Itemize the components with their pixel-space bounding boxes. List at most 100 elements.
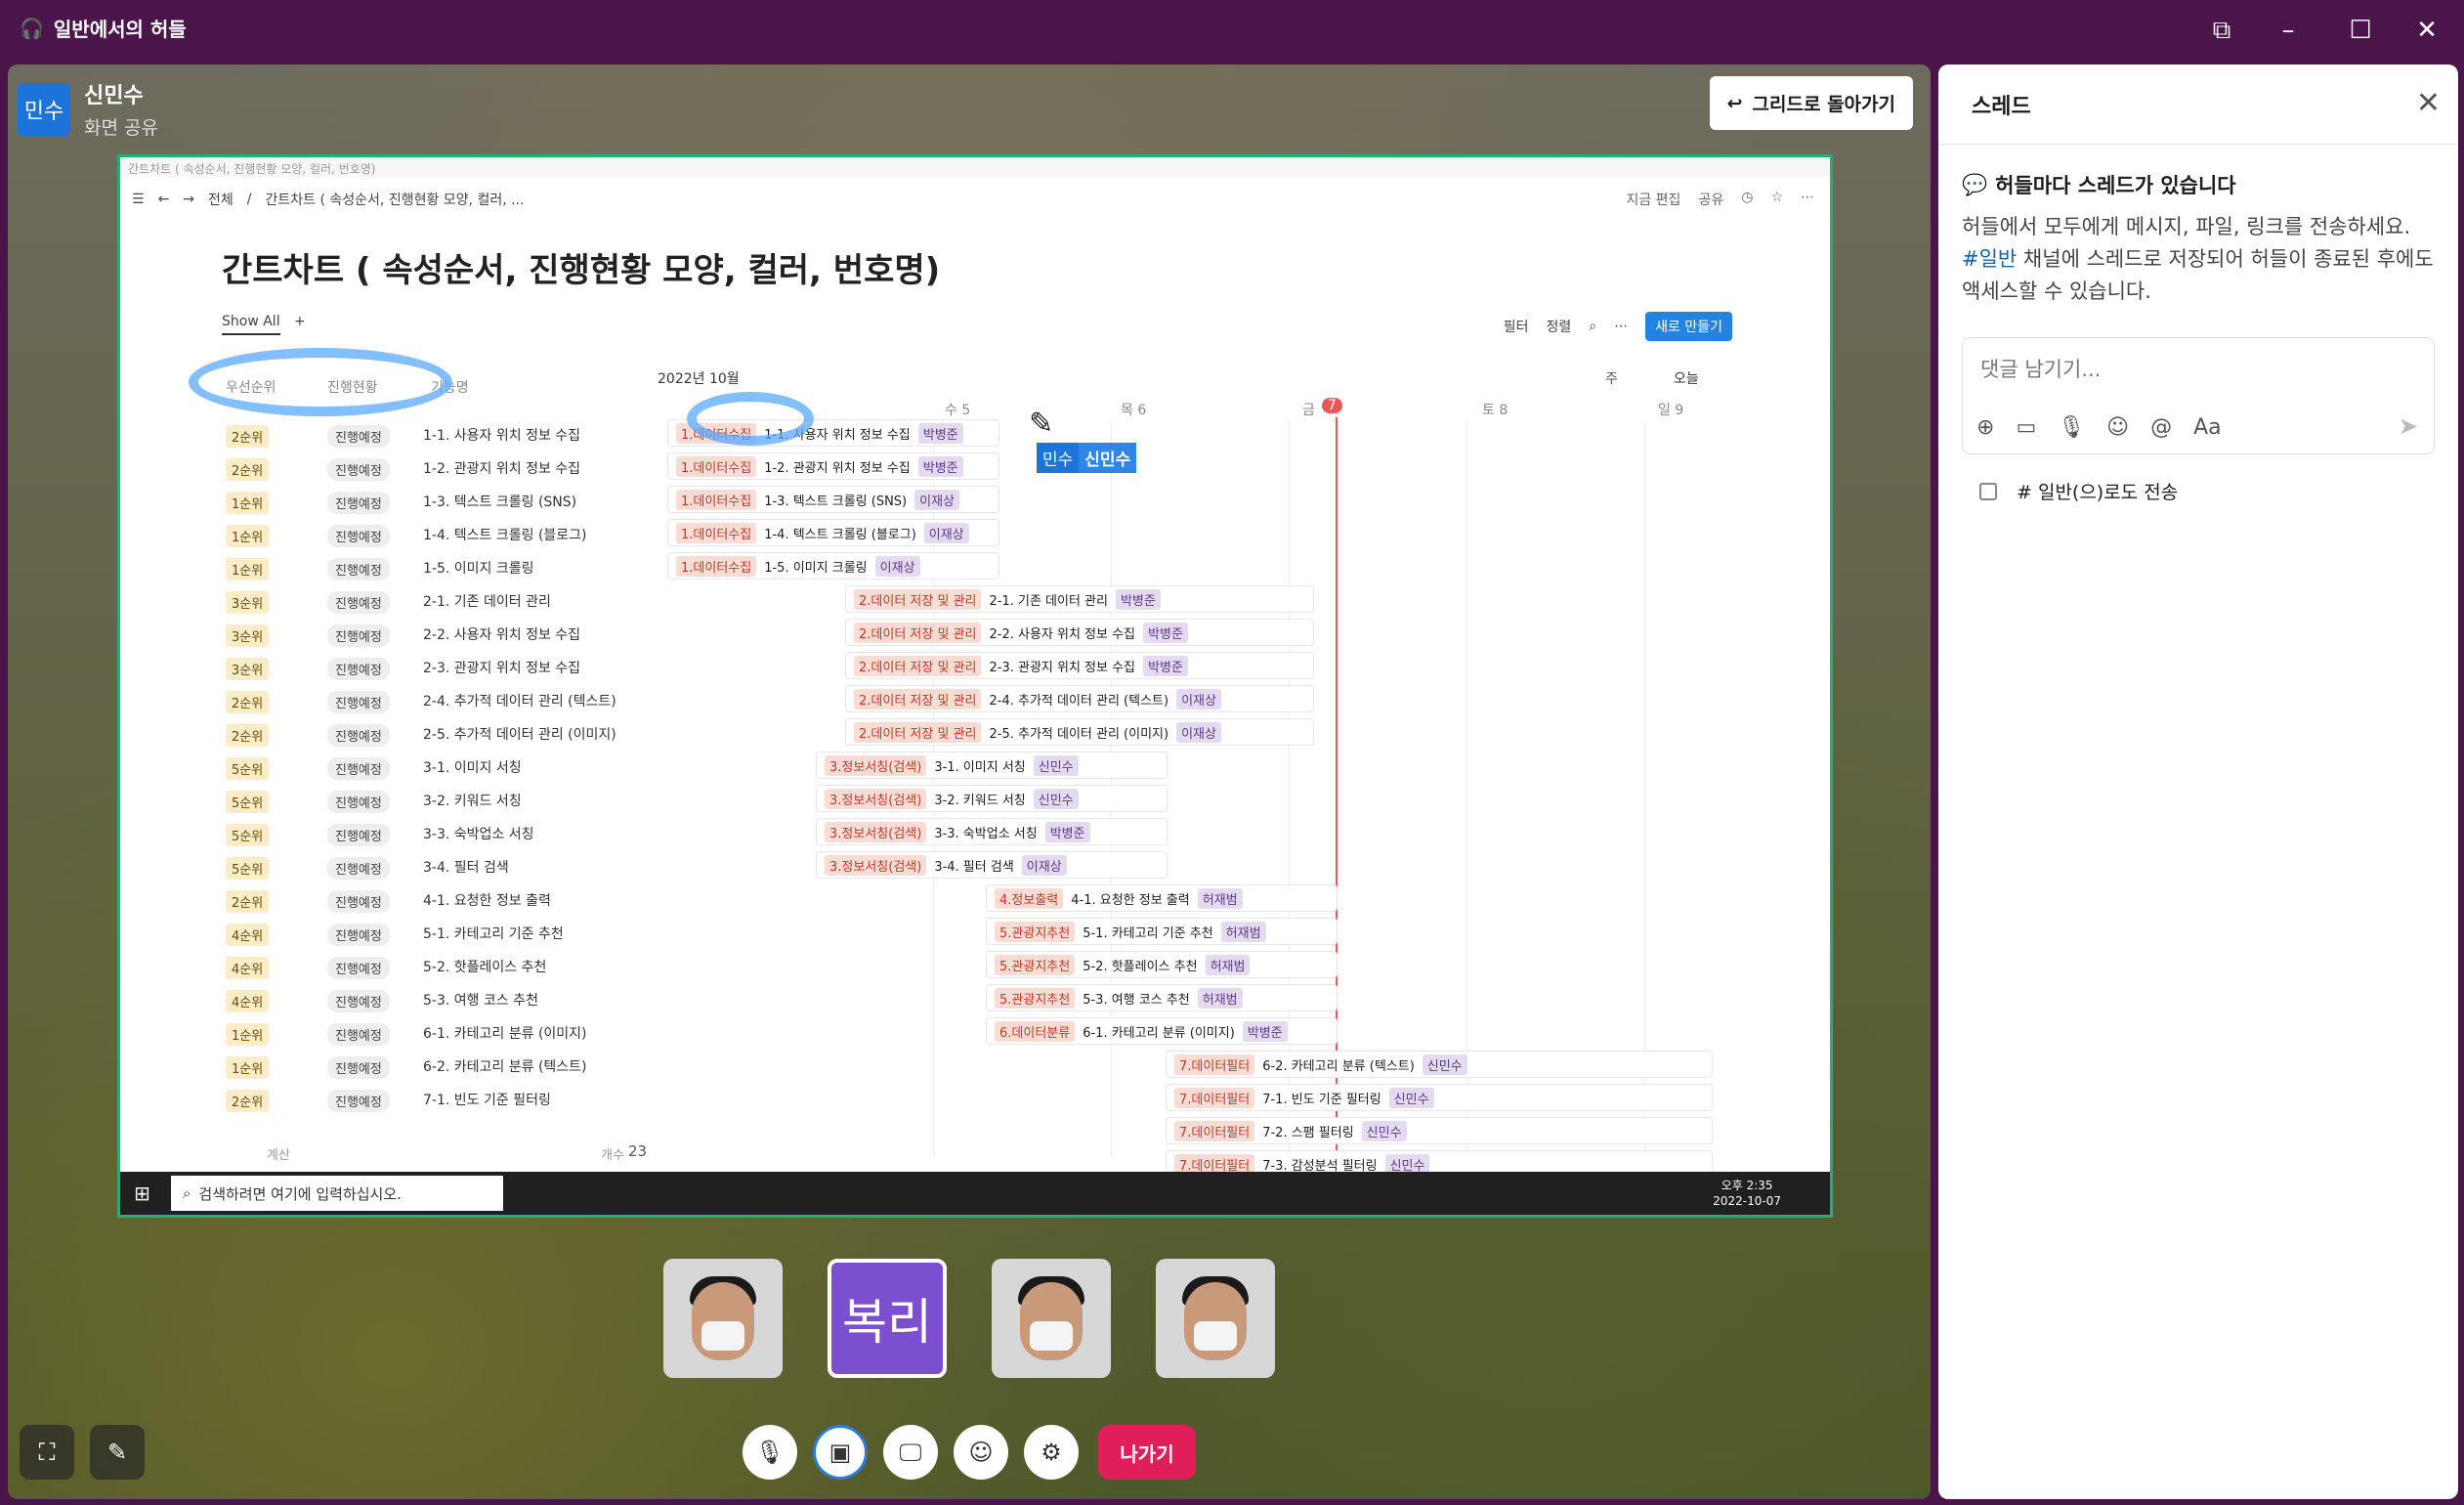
also-send-checkbox[interactable]: # 일반(으)로도 전송	[1979, 478, 2458, 504]
back-arrow-icon[interactable]: ←	[158, 192, 170, 207]
feature-name: 4-1. 요청한 정보 출력	[423, 893, 551, 909]
status-tag: 진행예정	[327, 1090, 390, 1112]
screen-share-icon[interactable]: 🖵	[883, 1425, 938, 1480]
gantt-bar[interactable]: 1.데이터수집 1-4. 텍스트 크롤링 (블로그) 이재상	[667, 519, 999, 546]
video-clip-icon[interactable]: ▭	[2016, 415, 2036, 440]
comment-input[interactable]: 댓글 남기기...	[1980, 354, 2101, 383]
fullscreen-icon[interactable]: ⛶	[20, 1425, 74, 1480]
filter-button[interactable]: 필터	[1504, 317, 1529, 336]
breadcrumb-page[interactable]: 간트차트 ( 속성순서, 진행현황 모양, 컬러, ...	[266, 190, 525, 209]
gantt-bar[interactable]: 1.데이터수집 1-2. 관광지 위치 정보 수집 박병준	[667, 452, 999, 480]
category-tag: 3.정보서칭(검색)	[825, 754, 927, 776]
table-row[interactable]: 1순위 진행예정 1-4. 텍스트 크롤링 (블로그)	[222, 517, 1785, 550]
add-icon[interactable]: ⊕	[1976, 415, 1994, 440]
category-tag: 2.데이터 저장 및 관리	[854, 622, 982, 643]
feature-name: 1-4. 텍스트 크롤링 (블로그)	[423, 528, 587, 543]
gantt-bar[interactable]: 3.정보서칭(검색) 3-4. 필터 검색 이재상	[816, 851, 1168, 879]
owner-tag: 박병준	[917, 422, 963, 444]
gantt-bar[interactable]: 2.데이터 저장 및 관리 2-2. 사용자 위치 정보 수집 박병준	[845, 619, 1314, 646]
participant-video[interactable]	[1156, 1259, 1275, 1378]
gantt-bar[interactable]: 5.관광지추천 5-3. 여행 코스 추천 허재범	[986, 984, 1338, 1011]
breadcrumb-root[interactable]: 전체	[208, 190, 234, 209]
bar-label: 6-2. 카테고리 분류 (텍스트)	[1262, 1058, 1415, 1074]
microphone-icon[interactable]: 🎙	[2058, 415, 2085, 440]
camera-icon[interactable]: ▣	[813, 1425, 868, 1480]
microphone-icon[interactable]: 🎙	[743, 1425, 797, 1480]
gantt-bar[interactable]: 2.데이터 저장 및 관리 2-3. 관광지 위치 정보 수집 박병준	[845, 652, 1314, 679]
channel-link[interactable]: #일반	[1962, 247, 2017, 271]
status-tag: 진행예정	[327, 890, 390, 913]
avatar: 민수	[18, 82, 70, 136]
gantt-bar[interactable]: 3.정보서칭(검색) 3-1. 이미지 서칭 신민수	[816, 752, 1168, 779]
gantt-bar[interactable]: 3.정보서칭(검색) 3-3. 숙박업소 서칭 박병준	[816, 818, 1168, 845]
format-icon[interactable]: Aa	[2193, 415, 2222, 440]
owner-tag: 신민수	[1033, 754, 1079, 776]
comment-composer[interactable]: 댓글 남기기... ⊕ ▭ 🎙 ☺ @ Aa ➤	[1962, 337, 2435, 454]
table-row[interactable]: 1순위 진행예정 1-5. 이미지 크롤링	[222, 550, 1785, 583]
search-icon[interactable]: ⌕	[1589, 319, 1596, 334]
more-icon[interactable]: ⋯	[1614, 319, 1628, 334]
mention-icon[interactable]: @	[2150, 415, 2172, 440]
clock-icon[interactable]: ◷	[1741, 190, 1753, 209]
thread-info: 💬 허들마다 스레드가 있습니다 허들에서 모두에게 메시지, 파일, 링크를 전…	[1938, 145, 2458, 308]
draw-toggle-icon[interactable]: ✎	[90, 1425, 145, 1480]
calc-label[interactable]: 계산	[267, 1144, 290, 1163]
annotation-scribble	[687, 392, 814, 446]
gantt-bar[interactable]: 5.관광지추천 5-2. 핫플레이스 추천 허재범	[986, 951, 1338, 978]
windows-start-icon[interactable]: ⊞	[134, 1182, 150, 1205]
category-tag: 7.데이터필터	[1174, 1054, 1255, 1075]
gantt-bar[interactable]: 7.데이터필터 6-2. 카테고리 분류 (텍스트) 신민수	[1166, 1051, 1713, 1078]
emoji-icon[interactable]: ☺	[954, 1425, 1008, 1480]
feature-name: 2-2. 사용자 위치 정보 수집	[423, 627, 581, 643]
timeline-mode[interactable]: 주	[1605, 368, 1618, 388]
gantt-bar[interactable]: 1.데이터수집 1-5. 이미지 크롤링 이재상	[667, 552, 999, 580]
gantt-bar[interactable]: 2.데이터 저장 및 관리 2-4. 추가적 데이터 관리 (텍스트) 이재상	[845, 685, 1314, 712]
forward-arrow-icon[interactable]: →	[183, 192, 194, 207]
menu-icon[interactable]: ☰	[132, 192, 145, 207]
star-icon[interactable]: ☆	[1770, 190, 1783, 209]
bar-label: 3-2. 키워드 서칭	[934, 793, 1026, 808]
gantt-bar[interactable]: 6.데이터분류 6-1. 카테고리 분류 (이미지) 박병준	[986, 1017, 1338, 1045]
category-tag: 3.정보서칭(검색)	[825, 788, 927, 809]
feature-name: 6-2. 카테고리 분류 (텍스트)	[423, 1059, 587, 1075]
close-window-button[interactable]: ✕	[2398, 10, 2456, 51]
participant-video[interactable]	[992, 1259, 1111, 1378]
new-button[interactable]: 새로 만들기	[1645, 312, 1732, 341]
table-row[interactable]: 2순위 진행예정 1-1. 사용자 위치 정보 수집	[222, 417, 1785, 451]
participant-video[interactable]	[663, 1259, 783, 1378]
today-button[interactable]: 오늘	[1674, 368, 1699, 388]
gantt-bar[interactable]: 7.데이터필터 7-1. 빈도 기준 필터링 신민수	[1166, 1084, 1713, 1111]
maximize-button[interactable]: ☐	[2331, 10, 2390, 51]
gantt-bar[interactable]: 4.정보출력 4-1. 요청한 정보 출력 허재범	[986, 884, 1338, 912]
gantt-bar[interactable]: 2.데이터 저장 및 관리 2-5. 추가적 데이터 관리 (이미지) 이재상	[845, 718, 1314, 746]
bar-label: 3-4. 필터 검색	[934, 859, 1014, 875]
popout-icon[interactable]: ⧉	[2192, 10, 2251, 51]
day-label: 토 8	[1482, 403, 1508, 418]
feature-name: 3-1. 이미지 서칭	[423, 760, 522, 776]
minimize-button[interactable]: –	[2259, 10, 2317, 51]
add-view-icon[interactable]: +	[294, 314, 306, 329]
table-row[interactable]: 1순위 진행예정 1-3. 텍스트 크롤링 (SNS)	[222, 484, 1785, 517]
priority-tag: 2순위	[226, 724, 270, 747]
priority-tag: 4순위	[226, 924, 270, 946]
participant-avatar[interactable]: 복리	[828, 1259, 947, 1378]
gantt-bar[interactable]: 3.정보서칭(검색) 3-2. 키워드 서칭 신민수	[816, 785, 1168, 812]
sort-button[interactable]: 정렬	[1547, 317, 1572, 336]
view-tab[interactable]: Show All	[222, 314, 280, 335]
gantt-bar[interactable]: 1.데이터수집 1-3. 텍스트 크롤링 (SNS) 이재상	[667, 486, 999, 513]
share-button[interactable]: 공유	[1698, 190, 1723, 209]
leave-button[interactable]: 나가기	[1098, 1425, 1196, 1480]
table-row[interactable]: 2순위 진행예정 1-2. 관광지 위치 정보 수집	[222, 451, 1785, 484]
taskbar-search[interactable]: ⌕ 검색하려면 여기에 입력하십시오.	[171, 1176, 503, 1211]
gantt-bar[interactable]: 2.데이터 저장 및 관리 2-1. 기존 데이터 관리 박병준	[845, 585, 1314, 613]
category-tag: 6.데이터분류	[995, 1020, 1076, 1042]
close-icon[interactable]: ✕	[2416, 86, 2441, 120]
settings-gear-icon[interactable]: ⚙	[1024, 1425, 1079, 1480]
back-to-grid-button[interactable]: ↩ 그리드로 돌아가기	[1709, 76, 1913, 130]
send-icon[interactable]: ➤	[2399, 412, 2418, 440]
priority-tag: 5순위	[226, 857, 270, 880]
emoji-icon[interactable]: ☺	[2106, 415, 2129, 440]
more-icon[interactable]: ⋯	[1801, 190, 1814, 209]
gantt-bar[interactable]: 7.데이터필터 7-2. 스팸 필터링 신민수	[1166, 1117, 1713, 1144]
gantt-bar[interactable]: 5.관광지추천 5-1. 카테고리 기준 추천 허재범	[986, 918, 1338, 945]
